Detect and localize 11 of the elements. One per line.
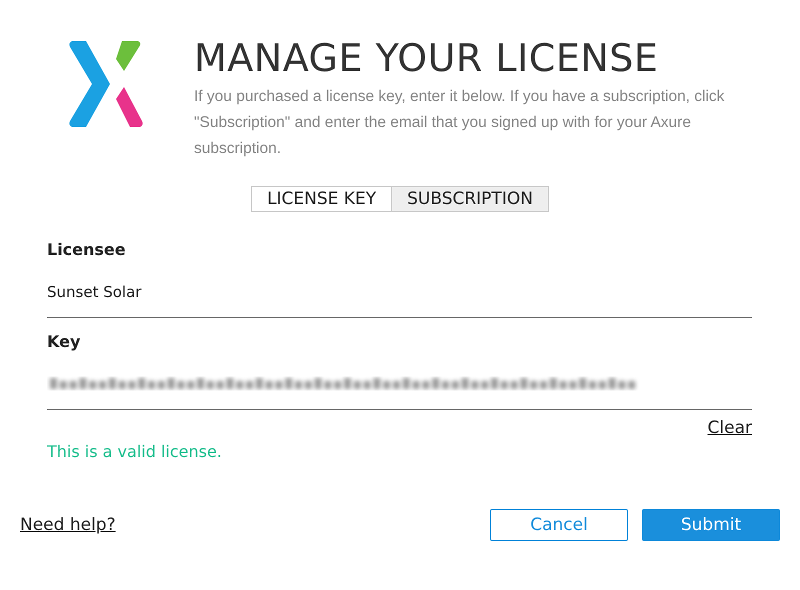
submit-button[interactable]: Submit (642, 509, 780, 541)
clear-link[interactable]: Clear (708, 418, 752, 438)
field-label: Key (47, 332, 82, 353)
instructions-text: If you purchased a license key, enter it below. If you have a subscription, click "Subscription" and enter the email that you signed up with for your Axure subscription. (194, 87, 726, 159)
field-label: Licensee (47, 240, 127, 261)
tab[interactable]: LICENSE KEY (251, 186, 392, 212)
help-link[interactable]: Need help? (20, 515, 116, 535)
cancel-button[interactable]: Cancel (490, 509, 628, 541)
dialog-title: MANAGE YOUR LICENSE (194, 36, 660, 80)
tab[interactable]: SUBSCRIPTION (392, 186, 549, 212)
status-message: This is a valid license. (47, 442, 223, 461)
